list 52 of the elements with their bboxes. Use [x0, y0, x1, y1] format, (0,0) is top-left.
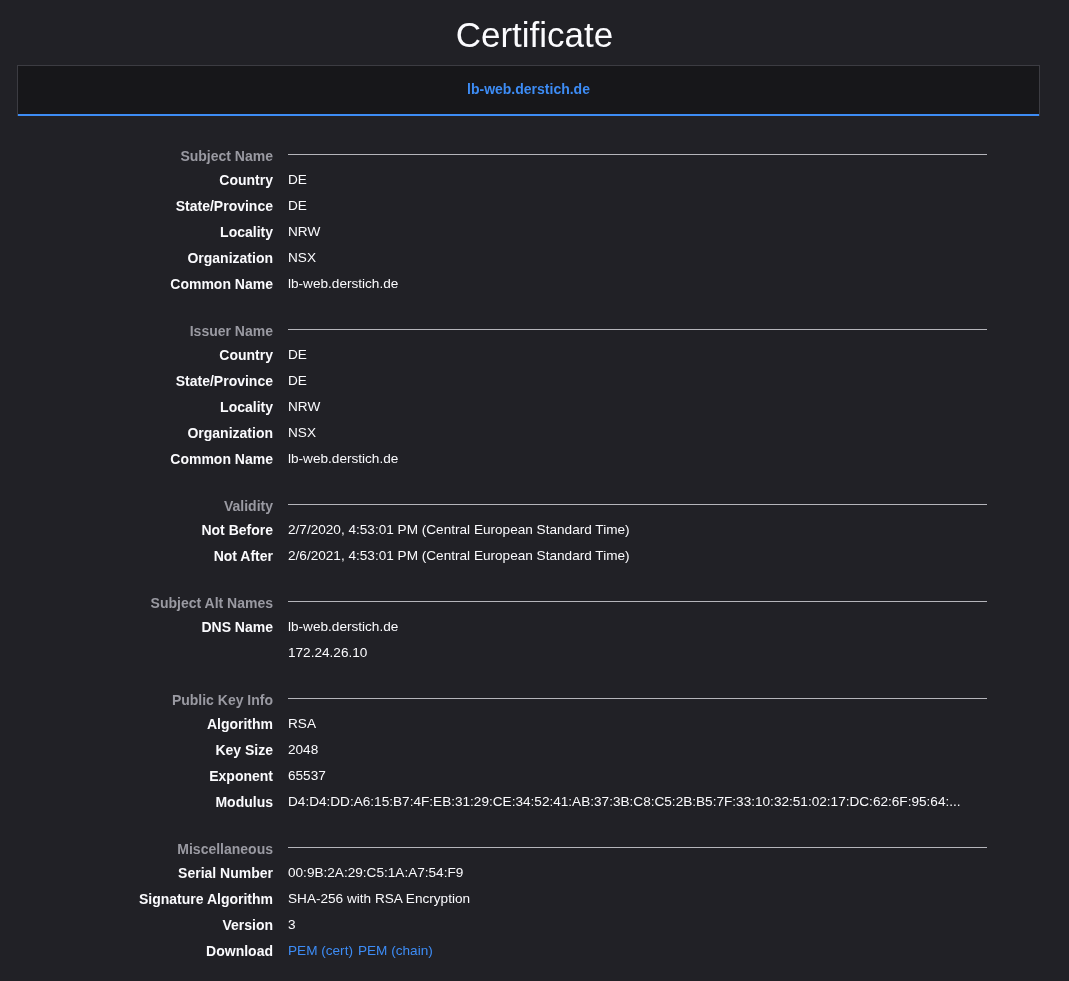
- field-label: Country: [219, 172, 273, 188]
- field-value: NRW: [288, 224, 321, 239]
- field-label: Serial Number: [178, 865, 273, 881]
- field-label: Common Name: [170, 451, 273, 467]
- field-label: DNS Name: [201, 619, 273, 635]
- field-label: Exponent: [209, 768, 273, 784]
- field-value: DE: [288, 198, 307, 213]
- field-label: Not After: [213, 548, 273, 564]
- field-label: Country: [219, 347, 273, 363]
- field-label: Locality: [220, 224, 273, 240]
- section-heading: Subject Name: [179, 147, 273, 166]
- download-link[interactable]: PEM (chain): [357, 943, 433, 958]
- field-value: SHA-256 with RSA Encryption: [288, 891, 471, 906]
- field-value: RSA: [288, 716, 316, 731]
- field-label: Common Name: [170, 276, 273, 292]
- field-label: Version: [222, 917, 273, 933]
- field-label: Algorithm: [206, 716, 273, 732]
- field-label: Key Size: [215, 742, 273, 758]
- field-label: Organization: [187, 425, 273, 441]
- section-heading: Issuer Name: [188, 322, 273, 341]
- field-value: lb-web.derstich.de: [288, 451, 399, 466]
- section-heading: Miscellaneous: [176, 840, 273, 859]
- field-value: 2/7/2020, 4:53:01 PM (Central European Standard Time): [288, 522, 630, 537]
- field-value: 65537: [288, 768, 326, 783]
- field-value: 2/6/2021, 4:53:01 PM (Central European Standard Time): [288, 548, 630, 563]
- field-label: Locality: [220, 399, 273, 415]
- field-value: DE: [288, 172, 307, 187]
- field-value: 00:9B:2A:29:C5:1A:A7:54:F9: [288, 865, 464, 880]
- field-value: DE: [288, 347, 307, 362]
- field-value: D4:D4:DD:A6:15:B7:4F:EB:31:29:CE:34:52:41:AB:37:3B:C8:C5:2B:B5:7F:33:10:32:51:02:17:DC:62:6F:95:64:...: [288, 794, 961, 809]
- field-label: Organization: [187, 250, 273, 266]
- section-heading: Subject Alt Names: [149, 594, 273, 613]
- field-label: Modulus: [215, 794, 273, 810]
- field-label: State/Province: [175, 373, 273, 389]
- section-heading: Public Key Info: [170, 691, 273, 710]
- field-value: NSX: [288, 250, 316, 265]
- field-label: Download: [206, 943, 273, 959]
- field-value: NSX: [288, 425, 316, 440]
- section-heading: Validity: [222, 497, 273, 516]
- field-value: lb-web.derstich.de: [288, 619, 399, 634]
- field-label: Not Before: [201, 522, 273, 538]
- field-label: State/Province: [175, 198, 273, 214]
- download-link[interactable]: PEM (cert): [288, 943, 353, 958]
- field-label: Signature Algorithm: [138, 891, 273, 907]
- field-value: DE: [288, 373, 307, 388]
- tab[interactable]: lb-web.derstich.de: [18, 66, 1039, 116]
- field-value: 3: [288, 917, 296, 932]
- page-title: Certificate: [454, 14, 615, 56]
- field-value: 172.24.26.10: [288, 645, 368, 660]
- field-value: 2048: [288, 742, 319, 757]
- field-value: lb-web.derstich.de: [288, 276, 399, 291]
- field-value: NRW: [288, 399, 321, 414]
